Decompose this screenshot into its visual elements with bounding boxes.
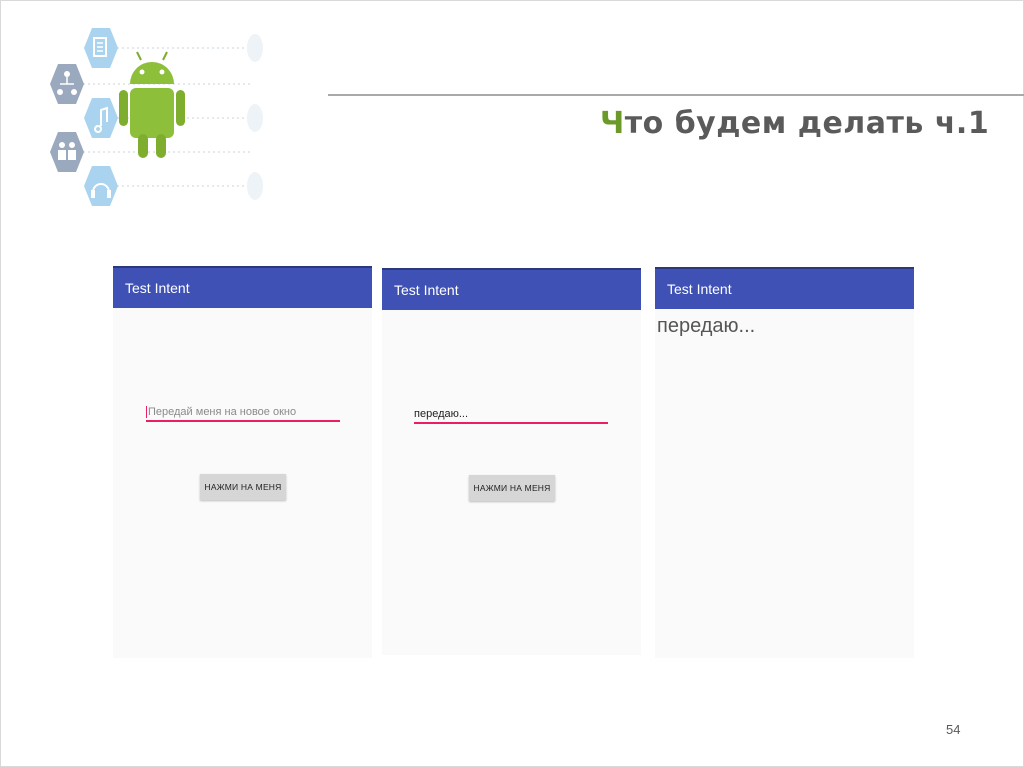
phone-screen-3: Test Intent передаю...	[655, 267, 914, 658]
press-me-button[interactable]: НАЖМИ НА МЕНЯ	[200, 474, 286, 500]
press-me-button[interactable]: НАЖМИ НА МЕНЯ	[469, 475, 555, 501]
phone-screen-2: Test Intent передаю... НАЖМИ НА МЕНЯ	[382, 268, 641, 655]
slide-title-accent: Ч	[600, 106, 625, 141]
app-bar-title: Test Intent	[113, 266, 372, 308]
message-input[interactable]: передаю...	[414, 402, 608, 424]
document-icon	[84, 28, 118, 68]
people-icon	[50, 132, 84, 172]
received-text: передаю...	[657, 315, 756, 337]
title-divider	[328, 94, 1024, 96]
text-caret	[146, 406, 147, 418]
slide-title: Что будем делать ч.1	[600, 106, 989, 141]
music-note-icon	[84, 98, 118, 138]
android-robot-icon	[119, 51, 185, 158]
slide-title-rest: то будем делать ч.1	[624, 106, 990, 141]
message-input[interactable]: Передай меня на новое окно	[146, 400, 340, 422]
app-bar-title: Test Intent	[655, 267, 914, 309]
page-number: 54	[946, 722, 961, 737]
app-bar-title: Test Intent	[382, 268, 641, 310]
phone-screen-1: Test Intent Передай меня на новое окно Н…	[113, 266, 372, 658]
headphones-icon	[84, 166, 118, 206]
android-logo	[50, 28, 263, 206]
message-input-placeholder: Передай меня на новое окно	[148, 406, 297, 418]
network-icon	[50, 64, 84, 104]
